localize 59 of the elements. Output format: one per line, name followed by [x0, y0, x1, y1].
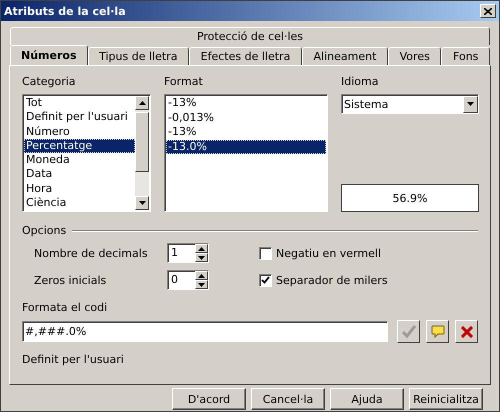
list-item[interactable]: Número [24, 124, 135, 139]
format-description: Definit per l'usuari [22, 353, 125, 366]
list-item[interactable]: Data [24, 167, 135, 182]
tab[interactable]: Vores [388, 47, 442, 65]
spinner-label: Nombre de decimals [34, 246, 149, 260]
tab[interactable]: Alineament [302, 47, 388, 65]
up-arrow-icon [138, 101, 146, 105]
field-label: Formata el codi [22, 300, 108, 316]
checkbox[interactable] [259, 246, 272, 260]
tab[interactable]: Tipus de lletra [88, 47, 190, 65]
list-item[interactable]: -0,013% [166, 110, 326, 126]
list-item[interactable]: Definit per l'usuari [24, 110, 135, 124]
checkmark-icon [402, 325, 416, 338]
dialog-button[interactable]: Ajuda [330, 388, 404, 410]
dialog-button[interactable]: Cancel·la [251, 388, 325, 410]
preview-field: 56.9% [341, 184, 479, 212]
list-label: Categoria [22, 74, 77, 90]
spin-field[interactable]: 0 [167, 270, 209, 290]
language-dropdown[interactable]: Sistema [341, 94, 479, 114]
spin-field[interactable]: 1 [167, 243, 209, 263]
checkbox-label: Separador de milers [276, 274, 388, 286]
list-box[interactable]: Tot Definit per l'usuari Número Percentatge Moneda Data Hora Ciència [22, 94, 151, 212]
format-code-field[interactable]: #,###.0% [22, 321, 388, 342]
list-item[interactable]: Percentatge [24, 138, 135, 153]
scrollbar[interactable] [135, 96, 149, 210]
close-icon [460, 326, 473, 338]
window-title: Atributs de la cel·la [4, 4, 126, 18]
down-arrow-icon [138, 201, 146, 205]
tab[interactable]: Números [10, 45, 88, 65]
add-button[interactable] [397, 320, 420, 343]
tab[interactable]: Fons [441, 47, 490, 65]
up-arrow-icon [198, 274, 205, 278]
list-item[interactable]: -13.0% [166, 140, 326, 154]
dialog-button[interactable]: Reinicialitza [409, 388, 483, 410]
list-item[interactable]: Moneda [24, 153, 135, 168]
up-arrow-icon [198, 246, 205, 250]
checkbox[interactable] [259, 274, 272, 286]
spinner-label: Zeros inicials [34, 274, 108, 286]
close-button[interactable] [480, 4, 496, 18]
down-arrow-icon [198, 282, 205, 286]
list-item[interactable]: -13% [166, 96, 326, 111]
tab[interactable]: Protecció de cel·les [10, 27, 490, 45]
tab[interactable]: Efectes de lletra [189, 47, 302, 65]
down-arrow-icon [467, 102, 474, 106]
section-title: Opcions [22, 224, 66, 237]
list-box[interactable]: -13% -0,013% -13% -13.0% [164, 94, 328, 212]
list-item[interactable]: Hora [24, 182, 135, 196]
close-icon [484, 8, 492, 14]
list-label: Idioma [341, 74, 380, 90]
delete-button[interactable] [455, 320, 478, 343]
list-item[interactable]: Tot [24, 96, 135, 110]
comment-button[interactable] [426, 320, 450, 343]
speech-bubble-icon [430, 325, 445, 338]
down-arrow-icon [198, 256, 205, 260]
list-label: Format [164, 74, 204, 90]
list-item[interactable]: Ciència [24, 196, 135, 210]
dialog-button[interactable]: D'acord [172, 388, 246, 410]
list-item[interactable]: -13% [166, 125, 326, 140]
checkbox-label: Negatiu en vermell [276, 246, 381, 260]
